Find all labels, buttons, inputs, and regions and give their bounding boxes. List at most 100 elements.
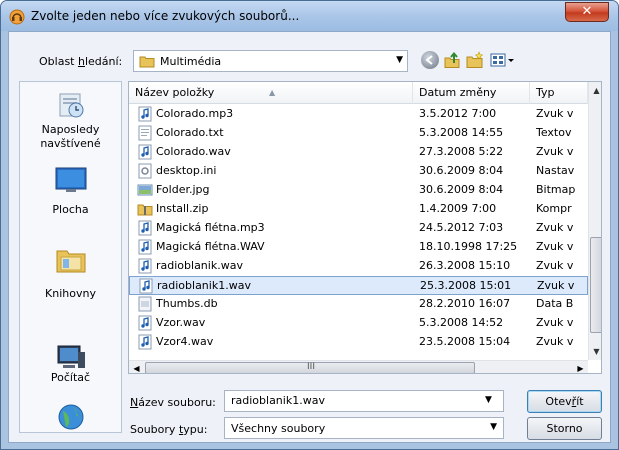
file-date: 30.6.2009 8:04 <box>419 164 504 177</box>
file-name: radioblanik1.wav <box>157 279 251 292</box>
close-button[interactable]: ✕ <box>565 2 609 22</box>
file-row[interactable]: Install.zip 1.4.2009 7:00 Kompr <box>129 200 588 219</box>
scroll-down-icon[interactable]: ▼ <box>589 343 601 360</box>
column-date-header[interactable]: Datum změny <box>413 82 530 104</box>
file-name: Install.zip <box>156 202 209 215</box>
file-row[interactable]: radioblanik.wav 26.3.2008 15:10 Zvuk v <box>129 257 588 276</box>
vertical-scrollbar[interactable]: ▲ ▼ <box>588 82 601 360</box>
open-file-dialog: Zvolte jeden nebo více zvukových souborů… <box>0 0 619 450</box>
file-type-dropdown[interactable]: Všechny soubory ▼ <box>224 417 504 439</box>
audio-file-icon <box>137 315 153 331</box>
file-row[interactable]: Colorado.txt 5.3.2008 14:55 Textov <box>129 124 588 143</box>
window-title: Zvolte jeden nebo více zvukových souborů… <box>31 9 300 23</box>
audio-file-icon <box>137 334 153 350</box>
file-list[interactable]: Název položky ▲ Datum změny Typ Colorado.… <box>128 81 602 374</box>
file-type: Zvuk v <box>536 145 574 158</box>
file-row[interactable]: desktop.ini 30.6.2009 8:04 Nastav <box>129 162 588 181</box>
cancel-button[interactable]: Storno <box>527 417 602 440</box>
place-computer[interactable]: Počítač <box>20 307 121 384</box>
file-name: Thumbs.db <box>156 297 218 310</box>
audio-file-icon <box>137 239 153 255</box>
file-row[interactable]: Vzor4.wav 23.5.2008 15:04 Zvuk v <box>129 333 588 352</box>
file-name: radioblanik.wav <box>156 259 243 272</box>
file-date: 25.3.2008 15:01 <box>420 279 512 292</box>
scroll-right-icon[interactable]: ▶ <box>573 361 588 373</box>
file-row[interactable]: Folder.jpg 30.6.2009 8:04 Bitmap <box>129 181 588 200</box>
file-date: 26.3.2008 15:10 <box>419 259 511 272</box>
libraries-icon <box>56 250 86 273</box>
audio-file-icon <box>138 278 154 294</box>
column-type-header[interactable]: Typ <box>530 82 588 104</box>
file-row[interactable]: Colorado.mp3 3.5.2012 7:00 Zvuk v <box>129 105 588 124</box>
file-date: 3.5.2012 7:00 <box>419 107 497 120</box>
file-name: desktop.ini <box>156 164 217 177</box>
file-type: Zvuk v <box>536 335 574 348</box>
file-type: Zvuk v <box>537 279 575 292</box>
file-type-value: Všechny soubory <box>231 422 326 435</box>
file-name: Colorado.txt <box>156 126 224 139</box>
look-in-value: Multimédia <box>160 55 222 68</box>
file-row[interactable]: Thumbs.db 28.2.2010 16:07 Data B <box>129 295 588 314</box>
file-type: Zvuk v <box>536 221 574 234</box>
file-type: Kompr <box>536 202 572 215</box>
file-type-label: Soubory typu: <box>130 423 208 436</box>
place-recent[interactable]: Naposledy navštívené <box>20 82 121 157</box>
new-folder-button[interactable] <box>465 51 485 69</box>
speaker-icon <box>9 9 25 25</box>
file-type: Bitmap <box>536 183 576 196</box>
file-name: Magická flétna.mp3 <box>156 221 265 234</box>
open-button[interactable]: Otevřít <box>527 390 602 413</box>
title-bar[interactable]: Zvolte jeden nebo více zvukových souborů… <box>1 1 618 31</box>
file-type: Zvuk v <box>536 316 574 329</box>
up-folder-icon <box>444 51 460 68</box>
back-arrow-icon <box>425 55 433 65</box>
place-desktop[interactable]: Plocha <box>20 157 121 232</box>
place-network[interactable] <box>20 402 121 434</box>
scroll-left-icon[interactable]: ◀ <box>129 361 144 373</box>
file-date: 24.5.2012 7:03 <box>419 221 504 234</box>
scroll-thumb[interactable] <box>590 237 601 333</box>
place-label: Počítač <box>50 371 91 384</box>
look-in-label: Oblast hledání: <box>39 55 123 68</box>
chevron-down-icon[interactable]: ▼ <box>485 395 492 405</box>
file-name: Vzor.wav <box>156 316 206 329</box>
file-date: 18.10.1998 17:25 <box>419 240 518 253</box>
text-file-icon <box>137 125 153 141</box>
places-bar: Naposledy navštívené Plocha Knihovny Poč… <box>19 81 122 433</box>
place-libraries[interactable]: Knihovny <box>20 232 121 307</box>
audio-file-icon <box>137 106 153 122</box>
horizontal-scrollbar[interactable]: ◀ III ▶ <box>129 360 588 373</box>
file-date: 23.5.2008 15:04 <box>419 335 511 348</box>
place-label: Naposledy navštívené <box>40 123 101 150</box>
file-row[interactable]: Colorado.wav 27.3.2008 5:22 Zvuk v <box>129 143 588 162</box>
file-row[interactable]: Vzor.wav 5.3.2008 14:52 Zvuk v <box>129 314 588 333</box>
file-date: 5.3.2008 14:55 <box>419 126 504 139</box>
back-button[interactable] <box>421 51 439 69</box>
file-row[interactable]: radioblanik1.wav 25.3.2008 15:01 Zvuk v <box>129 276 588 295</box>
file-name-input[interactable]: radioblanik1.wav <box>224 390 504 412</box>
file-date: 27.3.2008 5:22 <box>419 145 504 158</box>
new-folder-icon <box>466 51 484 68</box>
audio-file-icon <box>137 220 153 236</box>
look-in-dropdown[interactable]: Multimédia ▼ <box>133 50 408 72</box>
file-name: Magická flétna.WAV <box>156 240 265 253</box>
settings-file-icon <box>137 163 153 179</box>
audio-file-icon <box>137 258 153 274</box>
file-date: 1.4.2009 7:00 <box>419 202 497 215</box>
file-date: 5.3.2008 14:52 <box>419 316 504 329</box>
column-name-header[interactable]: Název položky ▲ <box>129 82 413 104</box>
close-icon: ✕ <box>581 4 593 19</box>
file-name: Colorado.mp3 <box>156 107 234 120</box>
image-file-icon <box>137 182 153 198</box>
db-file-icon <box>137 296 153 312</box>
scroll-up-icon[interactable]: ▲ <box>589 82 601 99</box>
up-folder-button[interactable] <box>443 51 461 69</box>
column-header: Název položky ▲ Datum změny Typ <box>129 82 588 104</box>
desktop-icon <box>55 167 87 192</box>
scroll-thumb[interactable]: III <box>145 362 475 373</box>
file-row[interactable]: Magická flétna.mp3 24.5.2012 7:03 Zvuk v <box>129 219 588 238</box>
view-menu-button[interactable] <box>489 51 517 69</box>
file-type: Zvuk v <box>536 240 574 253</box>
file-name-label: Název souboru: <box>130 396 216 409</box>
file-row[interactable]: Magická flétna.WAV 18.10.1998 17:25 Zvuk v <box>129 238 588 257</box>
